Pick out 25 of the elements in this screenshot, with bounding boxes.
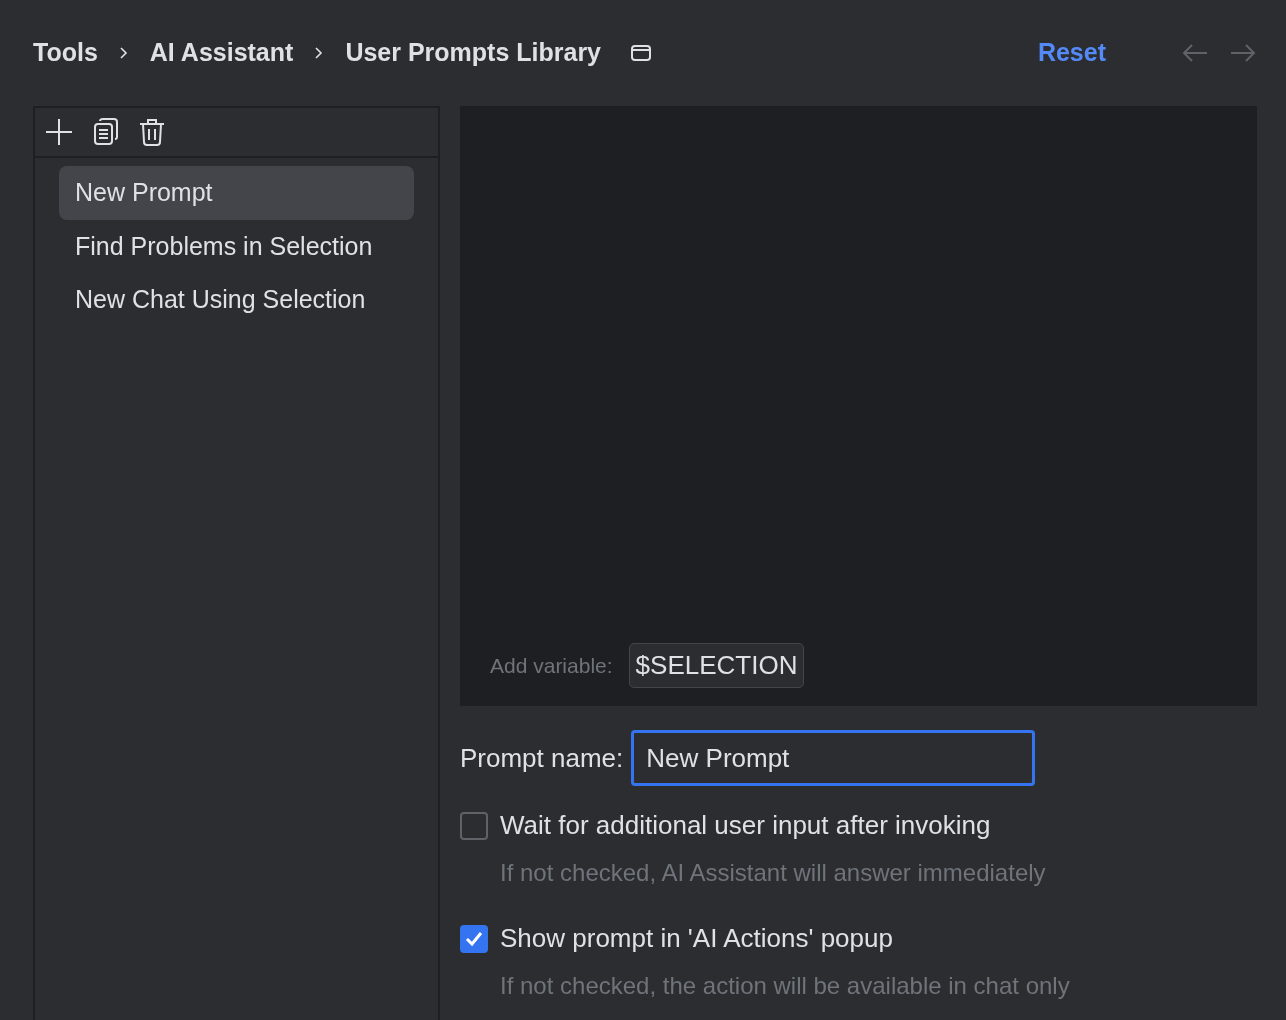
prompt-editor[interactable]: Add variable: $SELECTION — [460, 106, 1257, 706]
chevron-icon — [315, 47, 324, 59]
prompt-list-item[interactable]: New Prompt — [59, 166, 414, 220]
checkbox[interactable] — [460, 924, 488, 953]
window-icon[interactable] — [631, 45, 651, 61]
prompt-name-label: Prompt name: — [460, 741, 624, 775]
copy-icon[interactable] — [93, 118, 119, 146]
prompt-name-field[interactable]: New Prompt — [631, 730, 1036, 786]
prompt-list-item[interactable]: Find Problems in Selection — [59, 219, 414, 273]
trash-icon[interactable] — [139, 118, 165, 146]
checkbox[interactable] — [460, 811, 488, 840]
option-hint: If not checked, AI Assistant will answer immediately — [499, 858, 1047, 888]
option-label: Wait for additional user input after invoking — [500, 809, 991, 842]
add-icon[interactable] — [45, 118, 73, 146]
add-variable-label: Add variable: — [490, 652, 613, 679]
reset-link[interactable]: Reset — [1037, 34, 1106, 72]
breadcrumb-item[interactable]: User Prompts Library — [345, 34, 601, 72]
option-label: Show prompt in 'AI Actions' popup — [500, 922, 893, 955]
chevron-icon — [119, 47, 128, 59]
prompt-list-item[interactable]: New Chat Using Selection — [59, 273, 414, 327]
breadcrumb-item[interactable]: AI Assistant — [149, 34, 294, 72]
option-hint: If not checked, the action will be available in chat only — [499, 971, 1071, 1001]
checkmark-icon — [465, 930, 483, 947]
variable-button[interactable]: $SELECTION — [628, 643, 805, 688]
breadcrumb-item[interactable]: Tools — [33, 34, 98, 72]
